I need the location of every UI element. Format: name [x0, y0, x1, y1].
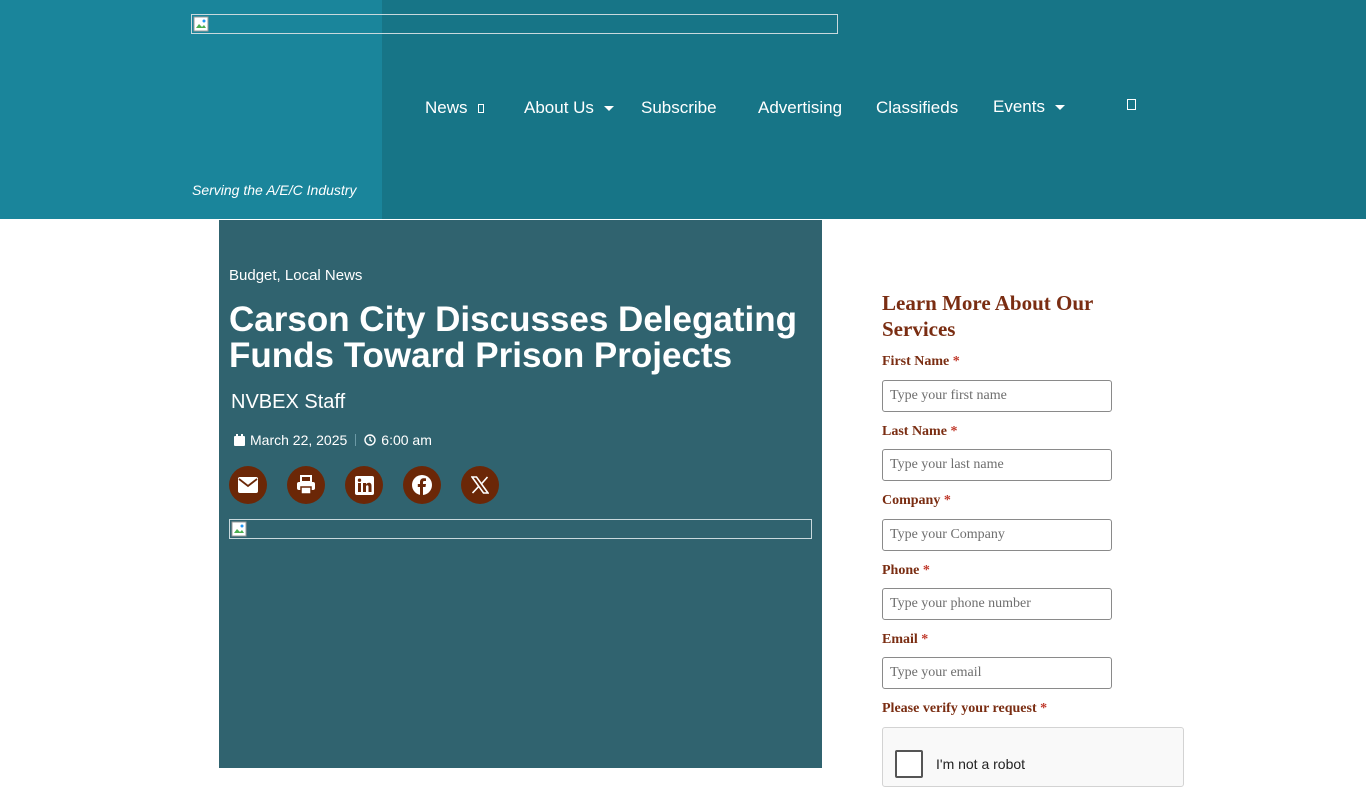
meta-divider	[355, 434, 357, 446]
article-author[interactable]: NVBEX Staff	[231, 391, 345, 414]
category-link-budget[interactable]: Budget	[229, 267, 277, 284]
recaptcha-checkbox[interactable]	[895, 750, 923, 778]
x-icon	[471, 476, 489, 494]
site-header: Serving the A/E/C Industry News About Us…	[0, 0, 1366, 219]
required-mark: *	[950, 424, 958, 439]
article-meta: March 22, 2025 6:00 am	[234, 432, 432, 448]
required-mark: *	[922, 563, 930, 578]
article-card: Budget, Local News Carson City Discusses…	[219, 220, 822, 768]
company-label: Company *	[882, 493, 951, 509]
phone-label: Phone *	[882, 563, 930, 579]
share-buttons	[229, 466, 519, 504]
envelope-icon	[238, 477, 258, 493]
last-name-label: Last Name *	[882, 424, 957, 440]
required-mark: *	[952, 354, 960, 369]
site-logo[interactable]	[191, 14, 838, 34]
first-name-label: First Name *	[882, 354, 960, 370]
company-label-text: Company	[882, 493, 941, 508]
nav-events-label: Events	[993, 97, 1045, 116]
verify-label: Please verify your request *	[882, 701, 1047, 717]
submenu-indicator-icon	[477, 104, 484, 114]
share-print-button[interactable]	[287, 466, 325, 504]
nav-about-us[interactable]: About Us	[524, 98, 614, 118]
caret-down-icon	[603, 106, 614, 112]
article-time: 6:00 am	[381, 432, 432, 448]
share-linkedin-button[interactable]	[345, 466, 383, 504]
email-input[interactable]	[882, 657, 1112, 689]
nav-advertising[interactable]: Advertising	[758, 98, 842, 118]
article-categories: Budget, Local News	[229, 267, 362, 284]
nav-classifieds-label: Classifieds	[876, 98, 959, 117]
print-icon	[297, 475, 315, 495]
broken-image-icon	[231, 521, 247, 537]
category-link-local-news[interactable]: Local News	[285, 267, 363, 284]
linkedin-icon	[354, 475, 374, 495]
recaptcha-widget: I'm not a robot	[882, 727, 1184, 787]
nav-events[interactable]: Events	[993, 97, 1065, 117]
email-label: Email *	[882, 632, 928, 648]
phone-input[interactable]	[882, 588, 1112, 620]
recaptcha-label: I'm not a robot	[936, 756, 1026, 772]
required-mark: *	[1040, 701, 1048, 716]
nav-news[interactable]: News	[425, 98, 484, 118]
broken-image-icon	[193, 16, 209, 32]
company-input[interactable]	[882, 519, 1112, 551]
required-mark: *	[943, 493, 951, 508]
facebook-icon	[412, 475, 432, 495]
first-name-input[interactable]	[882, 380, 1112, 412]
form-title: Learn More About Our Services	[882, 291, 1093, 341]
clock-icon	[364, 434, 376, 446]
nav-news-label: News	[425, 98, 468, 117]
share-email-button[interactable]	[229, 466, 267, 504]
last-name-input[interactable]	[882, 449, 1112, 481]
article-title: Carson City Discusses Delegating Funds T…	[229, 300, 797, 375]
nav-subscribe-label: Subscribe	[641, 98, 717, 117]
nav-subscribe[interactable]: Subscribe	[641, 98, 717, 118]
site-tagline: Serving the A/E/C Industry	[192, 182, 357, 198]
verify-label-text: Please verify your request	[882, 701, 1037, 716]
phone-label-text: Phone	[882, 563, 920, 578]
search-icon[interactable]	[1127, 99, 1136, 110]
nav-about-us-label: About Us	[524, 98, 594, 117]
share-x-button[interactable]	[461, 466, 499, 504]
share-facebook-button[interactable]	[403, 466, 441, 504]
caret-down-icon	[1054, 105, 1065, 111]
required-mark: *	[921, 632, 929, 647]
calendar-icon	[234, 434, 245, 446]
featured-image	[229, 519, 812, 539]
last-name-label-text: Last Name	[882, 424, 947, 439]
article-date: March 22, 2025	[250, 432, 348, 448]
email-label-text: Email	[882, 632, 918, 647]
category-separator: ,	[276, 267, 285, 284]
first-name-label-text: First Name	[882, 354, 950, 369]
nav-advertising-label: Advertising	[758, 98, 843, 117]
nav-classifieds[interactable]: Classifieds	[876, 98, 958, 118]
